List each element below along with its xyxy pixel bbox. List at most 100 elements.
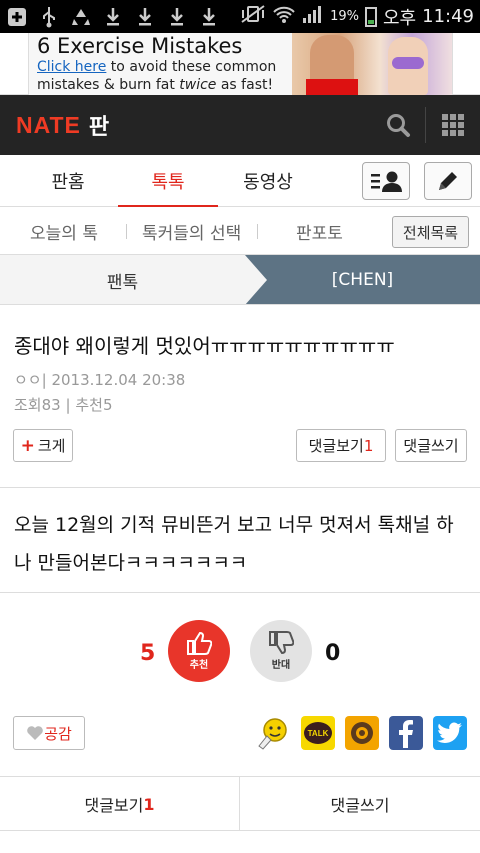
tab-video[interactable]: 동영상 <box>228 155 308 207</box>
stats-separator: | <box>65 396 71 414</box>
pencil-icon <box>439 172 457 190</box>
twitter-share-button[interactable] <box>433 716 467 750</box>
time-ampm: 오후 <box>383 7 417 29</box>
write-comment-button[interactable]: 댓글쓰기 <box>395 429 467 462</box>
search-button[interactable] <box>372 95 424 155</box>
tab-pan-home[interactable]: 판홈 <box>28 155 108 207</box>
download-icon <box>166 6 188 28</box>
site-header: NATE 판 <box>0 95 480 155</box>
usb-icon <box>38 6 60 28</box>
grid-menu-icon <box>442 114 464 136</box>
emoticon-share-button[interactable] <box>256 716 290 750</box>
heart-icon <box>27 726 43 740</box>
ad-figure-bikini <box>392 57 424 69</box>
enlarge-label: 크게 <box>37 437 66 455</box>
ad-line-2-em: twice <box>179 77 217 93</box>
menu-button[interactable] <box>426 95 480 155</box>
download-icon <box>102 6 124 28</box>
plus-icon: + <box>20 435 35 456</box>
ad-line-2: mistakes & burn fat twice as fast! <box>37 77 273 93</box>
ad-figure-shorts <box>306 79 358 95</box>
view-comments-label: 댓글보기 <box>308 437 364 455</box>
tab-toktok[interactable]: 톡톡 <box>118 155 218 208</box>
subtab-today[interactable]: 오늘의 톡 <box>30 207 98 255</box>
upvote-count: 5 <box>140 641 156 666</box>
kakaotalk-share-button[interactable]: TALK <box>301 716 335 750</box>
ad-line-2-a: mistakes & burn fat <box>37 77 180 93</box>
write-button[interactable] <box>424 162 472 200</box>
views-label: 조회 <box>14 396 42 414</box>
recommend-count: 5 <box>102 396 113 414</box>
status-bar: 19% 오후 11:49 <box>0 0 480 33</box>
facebook-share-button[interactable] <box>389 716 423 750</box>
download-icon <box>198 6 220 28</box>
recommend-label: 추천 <box>75 396 103 414</box>
breadcrumb-arrow <box>245 255 267 304</box>
upvote-label: 추천 <box>189 660 209 671</box>
nate-logo[interactable]: NATE <box>16 112 81 139</box>
wifi-icon <box>272 4 296 29</box>
user-list-icon <box>371 171 402 192</box>
breadcrumb: 팬톡 [CHEN] <box>0 255 480 305</box>
sub-tabs: 오늘의 톡 톡커들의 선택 판포토 전체목록 <box>0 207 480 255</box>
subtab-users-choice[interactable]: 톡커들의 선택 <box>142 207 241 255</box>
enlarge-text-button[interactable]: + 크게 <box>13 429 73 462</box>
signal-icon <box>302 4 324 29</box>
plus-square-icon <box>6 6 28 28</box>
subtab-divider <box>126 224 127 239</box>
bottom-view-comments-label: 댓글보기 <box>84 796 144 815</box>
downvote-button[interactable]: 반대 <box>250 620 312 682</box>
bottom-write-comment-button[interactable]: 댓글쓰기 <box>240 777 480 831</box>
ad-line-1-text: to avoid these common <box>106 59 277 75</box>
main-tabs: 판홈 톡톡 동영상 <box>0 155 480 208</box>
divider <box>0 592 480 593</box>
ad-image <box>292 33 452 95</box>
full-list-button[interactable]: 전체목록 <box>392 216 469 248</box>
twitter-icon <box>437 722 462 743</box>
emoticon-icon <box>258 718 287 750</box>
ad-link[interactable]: Click here <box>37 59 106 75</box>
kakaotalk-label: TALK <box>307 728 329 738</box>
thumbs-up-icon <box>187 631 212 655</box>
recycle-icon <box>70 6 92 28</box>
kakaostory-icon <box>351 722 373 744</box>
downvote-count: 0 <box>325 641 341 666</box>
clock: 11:49 <box>422 6 474 27</box>
section-title[interactable]: 판 <box>89 109 109 141</box>
my-page-button[interactable] <box>362 162 410 200</box>
bottom-view-comments-button[interactable]: 댓글보기 1 <box>0 777 239 831</box>
ad-line-1: Click here to avoid these common <box>37 59 276 75</box>
ad-line-2-b: as fast! <box>216 77 274 93</box>
post-date: 2013.12.04 20:38 <box>51 371 186 389</box>
post-meta: ㅇㅇ| 2013.12.04 20:38 <box>14 369 185 390</box>
meta-separator: | <box>41 371 52 389</box>
download-icon <box>134 6 156 28</box>
comment-action-bar: 댓글보기 1 댓글쓰기 <box>0 776 480 831</box>
facebook-icon <box>399 720 413 748</box>
views-count: 83 <box>41 396 61 414</box>
post-title: 종대야 왜이렇게 멋있어ㅠㅠㅠㅠㅠㅠㅠㅠㅠㅠ <box>14 334 395 358</box>
breadcrumb-channel[interactable]: [CHEN] <box>245 255 480 304</box>
post-body: 오늘 12월의 기적 뮤비뜬거 보고 너무 멋져서 톡채널 하나 만들어본다ㅋㅋ… <box>14 514 454 574</box>
battery-icon <box>365 6 377 27</box>
bottom-comment-count: 1 <box>143 794 155 814</box>
divider <box>0 487 480 488</box>
breadcrumb-fantalk[interactable]: 팬톡 <box>0 255 245 304</box>
ad-content[interactable]: 6 Exercise Mistakes Click here to avoid … <box>28 33 453 95</box>
ad-banner[interactable]: 6 Exercise Mistakes Click here to avoid … <box>0 33 480 95</box>
ad-figure-man <box>310 35 354 85</box>
post-stats: 조회83 | 추천5 <box>14 394 112 415</box>
subtab-pan-photo[interactable]: 판포토 <box>296 207 343 255</box>
ad-title: 6 Exercise Mistakes <box>37 34 243 58</box>
kakaotalk-icon: TALK <box>304 722 332 744</box>
comment-count: 1 <box>363 436 374 455</box>
upvote-button[interactable]: 추천 <box>168 620 230 682</box>
view-comments-button[interactable]: 댓글보기 1 <box>296 429 386 462</box>
empathy-label: 공감 <box>44 724 72 743</box>
empathy-button[interactable]: 공감 <box>13 716 85 750</box>
downvote-label: 반대 <box>271 660 291 671</box>
kakaostory-share-button[interactable] <box>345 716 379 750</box>
thumbs-down-icon <box>269 631 294 655</box>
vibrate-mute-icon <box>240 4 266 29</box>
post-author: ㅇㅇ <box>14 371 42 389</box>
